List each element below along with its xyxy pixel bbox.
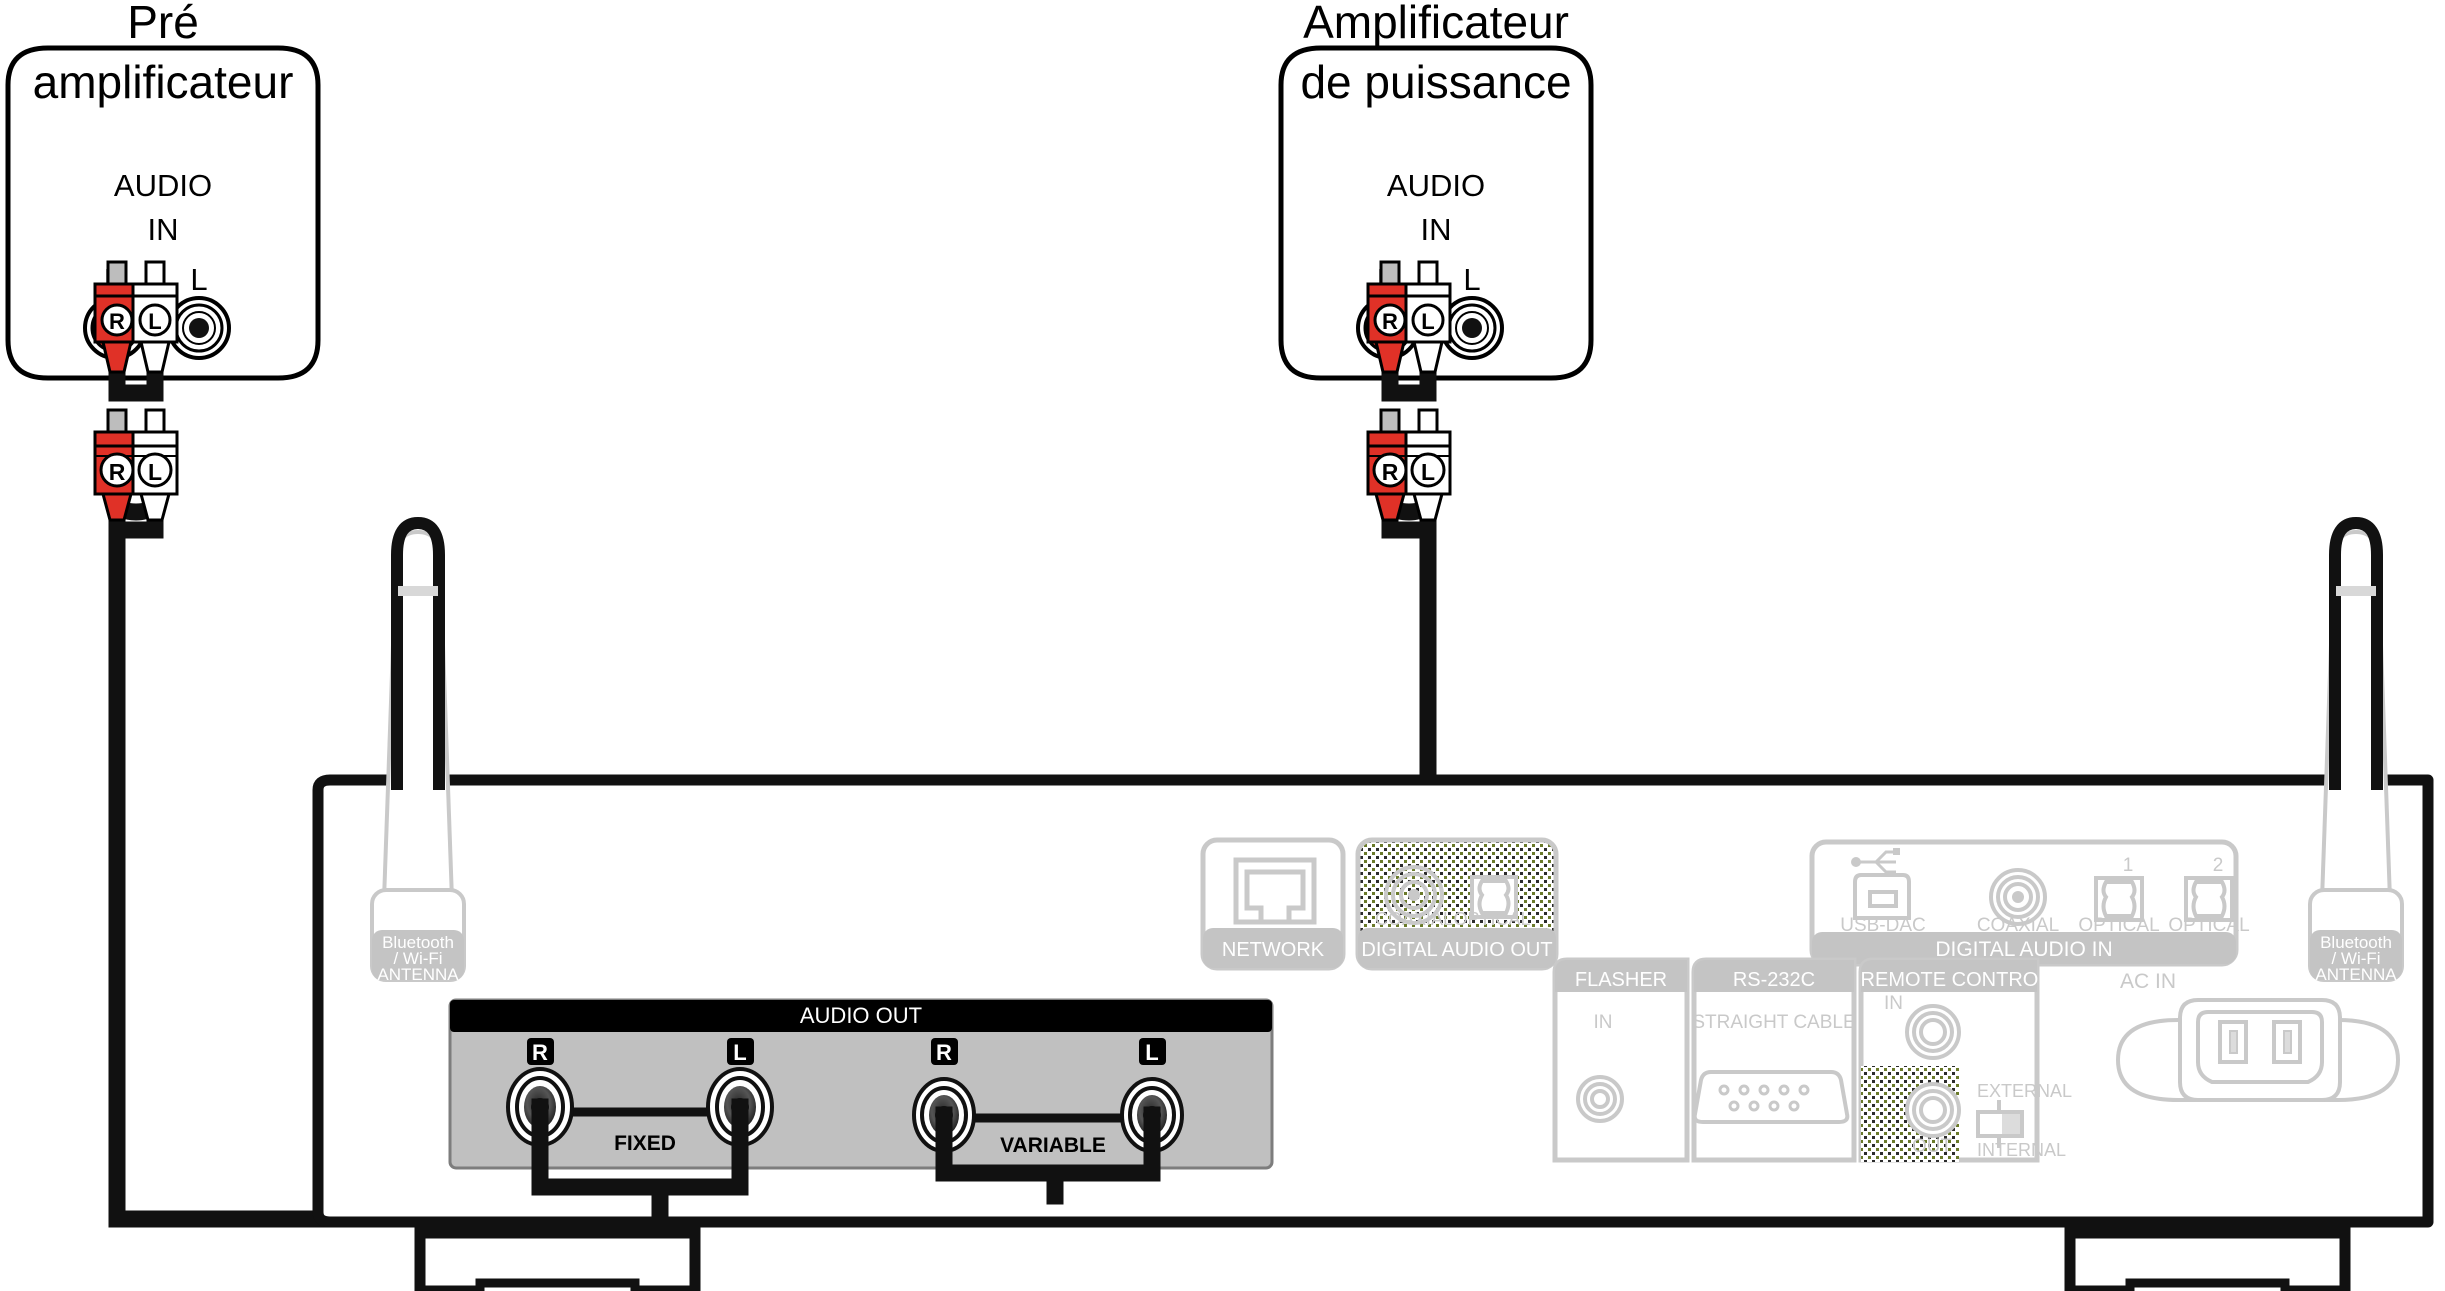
panel-foot-left bbox=[414, 1227, 701, 1291]
antenna-right-label-line3: ANTENNA bbox=[2315, 965, 2397, 984]
remote-in-label: IN bbox=[1884, 993, 1903, 1014]
rs232c-label: RS-232C bbox=[1733, 969, 1815, 991]
rs232c-group: RS-232C STRAIGHT CABLE bbox=[1691, 957, 1857, 1163]
poweramp-in-label: IN bbox=[1421, 212, 1452, 247]
audio-out-jack-3-label: L bbox=[1145, 1040, 1158, 1065]
optical-1-port-icon bbox=[2094, 876, 2144, 922]
optical-1-label: OPTICAL bbox=[2078, 915, 2159, 936]
audio-out-jack-0-label: R bbox=[532, 1040, 548, 1065]
flasher-in-label: IN bbox=[1594, 1012, 1613, 1033]
network-label: NETWORK bbox=[1222, 939, 1325, 961]
remote-internal-label: INTERNAL bbox=[1977, 1140, 2066, 1160]
poweramp-audio-label: AUDIO bbox=[1387, 168, 1485, 203]
digital-audio-in-group: USB-DAC COAXIAL 1 OPTICAL 2 OPTICAL DIGI… bbox=[1809, 839, 2250, 967]
device-power-amplifier-title-line1: Amplificateur bbox=[1303, 0, 1569, 48]
svg-text:R: R bbox=[109, 309, 125, 334]
digital-out-optical-label: OPTICAL bbox=[1453, 909, 1530, 929]
device-preamplifier-title-line1: Pré bbox=[127, 0, 199, 48]
remote-out-label: OUT bbox=[1912, 1136, 1953, 1157]
antenna-right: Bluetooth / Wi-Fi ANTENNA bbox=[2308, 516, 2404, 984]
svg-text:L: L bbox=[1421, 459, 1435, 485]
antenna-left: Bluetooth / Wi-Fi ANTENNA bbox=[370, 516, 466, 984]
network-port-group: NETWORK bbox=[1200, 837, 1346, 971]
svg-text:L: L bbox=[1421, 309, 1434, 334]
svg-text:R: R bbox=[109, 459, 126, 485]
optical-2-port-icon bbox=[2184, 876, 2234, 922]
connection-diagram: Pré amplificateur AUDIO IN R L R bbox=[0, 0, 2445, 1291]
remote-control-label: REMOTE CONTROL bbox=[1861, 969, 2050, 991]
digital-audio-out-group: COAXIAL OPTICAL DIGITAL AUDIO OUT bbox=[1355, 837, 1559, 971]
optical-2-label: OPTICAL bbox=[2168, 915, 2249, 936]
panel-foot-right bbox=[2064, 1227, 2351, 1291]
audio-out-variable-label: VARIABLE bbox=[1000, 1134, 1106, 1157]
plug-pair-poweramp-lower: R L bbox=[1366, 408, 1452, 522]
svg-text:L: L bbox=[148, 459, 162, 485]
preamp-in-label: IN bbox=[148, 212, 179, 247]
flasher-label: FLASHER bbox=[1575, 969, 1667, 991]
flasher-group: FLASHER IN bbox=[1552, 957, 1690, 1163]
optical-2-number: 2 bbox=[2213, 855, 2224, 876]
audio-out-jack-1-label: L bbox=[733, 1040, 746, 1065]
audio-out-jack-2-label: R bbox=[936, 1040, 952, 1065]
poweramp-jack-l-label: L bbox=[1463, 262, 1480, 297]
ac-in-label: AC IN bbox=[2120, 970, 2176, 993]
rs232c-note-label: STRAIGHT CABLE bbox=[1692, 1012, 1855, 1033]
db9-serial-port-icon bbox=[1692, 1070, 1850, 1124]
remote-out-jack-icon bbox=[1905, 1082, 1961, 1138]
svg-text:R: R bbox=[1382, 309, 1398, 334]
usb-dac-port-icon bbox=[1853, 873, 1911, 920]
usb-dac-label: USB-DAC bbox=[1840, 915, 1926, 936]
digital-audio-out-label: DIGITAL AUDIO OUT bbox=[1361, 939, 1552, 961]
antenna-left-label-line3: ANTENNA bbox=[377, 965, 459, 984]
preamp-audio-label: AUDIO bbox=[114, 168, 212, 203]
audio-out-header-label: AUDIO OUT bbox=[800, 1003, 922, 1028]
digital-out-coaxial-label: COAXIAL bbox=[1375, 909, 1453, 929]
svg-text:L: L bbox=[148, 309, 161, 334]
digital-in-coaxial-label: COAXIAL bbox=[1977, 915, 2059, 936]
device-power-amplifier-title-line2: de puissance bbox=[1300, 56, 1571, 108]
device-preamplifier-title-line2: amplificateur bbox=[33, 56, 294, 108]
audio-out-fixed-label: FIXED bbox=[614, 1132, 676, 1155]
preamp-jack-l-label: L bbox=[190, 262, 207, 297]
svg-text:R: R bbox=[1382, 459, 1399, 485]
remote-external-label: EXTERNAL bbox=[1977, 1081, 2072, 1101]
optical-1-number: 1 bbox=[2123, 855, 2134, 876]
plug-pair-preamp-upper: R L bbox=[93, 408, 179, 522]
